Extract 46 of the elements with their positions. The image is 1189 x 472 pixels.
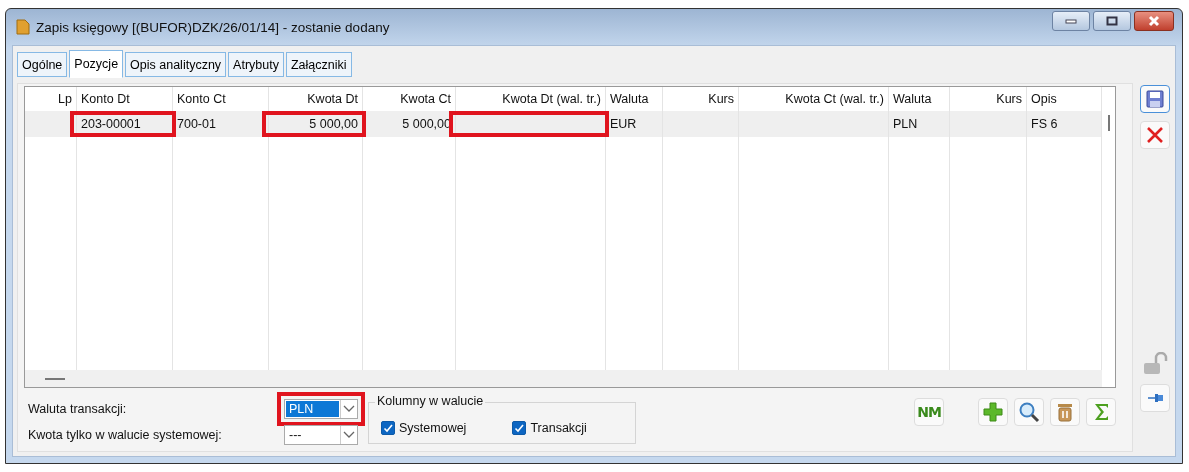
checkbox-label: Transakcji bbox=[530, 421, 587, 435]
caret-icon bbox=[343, 431, 355, 439]
checkbox[interactable] bbox=[512, 421, 527, 435]
scrollbar-thumb[interactable] bbox=[45, 377, 65, 380]
cancel-button[interactable] bbox=[1140, 121, 1170, 149]
tab[interactable]: Atrybuty bbox=[228, 52, 284, 77]
maximize-icon bbox=[1106, 16, 1118, 26]
group-title: Kolumny w walucie bbox=[375, 394, 486, 408]
minimize-icon bbox=[1065, 18, 1077, 24]
table-cell-text: 5 000,00 bbox=[308, 116, 358, 133]
close-icon bbox=[1147, 15, 1161, 27]
trash-button[interactable] bbox=[1050, 398, 1080, 426]
tab[interactable]: Pozycje bbox=[69, 50, 124, 78]
table-cell-text: EUR bbox=[610, 116, 638, 133]
close-button[interactable] bbox=[1134, 11, 1174, 31]
sum-button[interactable] bbox=[1086, 398, 1116, 426]
caret-icon bbox=[343, 405, 355, 413]
column-header[interactable]: Kwota Dt (wal. tr.) bbox=[456, 87, 606, 111]
save-button[interactable] bbox=[1140, 85, 1170, 113]
field-label: Waluta transakcji: bbox=[28, 402, 127, 416]
tab[interactable]: Opis analityczny bbox=[125, 52, 227, 77]
dropdown[interactable]: --- bbox=[284, 425, 358, 445]
check-icon bbox=[382, 422, 394, 434]
column-header[interactable]: Konto Dt bbox=[77, 87, 173, 111]
dropdown[interactable]: PLN bbox=[284, 399, 358, 419]
table-cell-text: 203-00001 bbox=[81, 116, 142, 133]
search-icon bbox=[1018, 401, 1040, 423]
table-cell-text: 700-01 bbox=[177, 116, 217, 133]
tab[interactable]: Ogólne bbox=[17, 52, 68, 77]
cross-icon bbox=[1145, 125, 1165, 145]
check-icon bbox=[513, 422, 526, 434]
column-header[interactable]: Kwota Dt bbox=[269, 87, 363, 111]
tab[interactable]: Załączniki bbox=[285, 52, 352, 77]
table-cell-text: PLN bbox=[893, 116, 919, 133]
checkbox-label: Systemowej bbox=[399, 421, 467, 435]
field-label: Kwota tylko w walucie systemowej: bbox=[28, 428, 222, 442]
maximize-button[interactable] bbox=[1093, 11, 1131, 31]
window-title: Zapis księgowy [(BUFOR)DZK/26/01/14] - zostanie dodany bbox=[36, 19, 390, 35]
checkbox[interactable] bbox=[381, 421, 395, 435]
plus-icon bbox=[982, 401, 1004, 423]
scrollbar-thumb[interactable] bbox=[1107, 115, 1110, 131]
add-button[interactable] bbox=[978, 398, 1008, 426]
table-cell-text: FS 6 bbox=[1031, 116, 1059, 133]
search-button[interactable] bbox=[1014, 398, 1044, 426]
pin-button[interactable] bbox=[1140, 384, 1170, 412]
nm-button[interactable]: NM bbox=[914, 398, 944, 426]
